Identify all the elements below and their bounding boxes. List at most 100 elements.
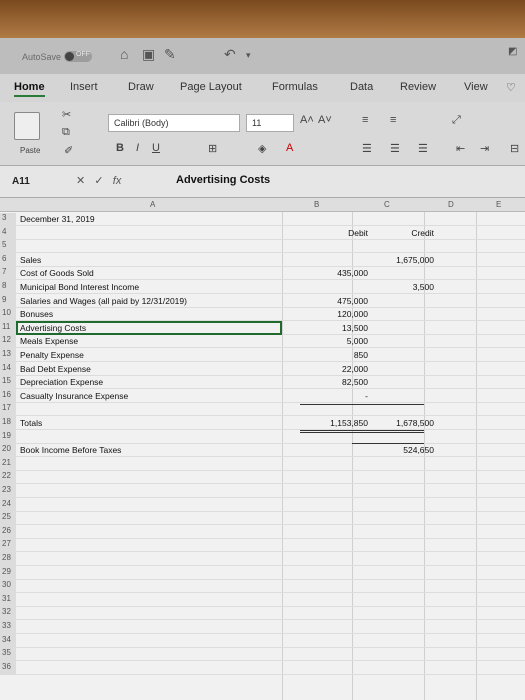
cell-a[interactable]: December 31, 2019	[20, 214, 95, 224]
row-number[interactable]: 20	[0, 444, 16, 458]
cell-b[interactable]: Debit	[300, 228, 368, 238]
row-number[interactable]: 17	[0, 403, 16, 417]
row-number[interactable]: 34	[0, 634, 16, 649]
autosave-toggle[interactable]: OFF	[64, 51, 92, 62]
format-painter-icon[interactable]: ✐	[64, 144, 73, 157]
fx-icon[interactable]: fx	[113, 175, 122, 187]
cell-a[interactable]: Bonuses	[20, 309, 53, 319]
row-number[interactable]: 5	[0, 240, 16, 254]
row-number[interactable]: 4	[0, 226, 16, 241]
home-icon[interactable]: ⌂	[120, 46, 128, 62]
cell-c[interactable]: 1,678,500	[366, 418, 434, 428]
cell-a[interactable]: Sales	[20, 255, 41, 265]
row-number[interactable]: 21	[0, 457, 16, 472]
row-number[interactable]: 31	[0, 593, 16, 608]
col-header-e[interactable]: E	[496, 200, 501, 209]
increase-font-icon[interactable]: A˄	[300, 114, 314, 126]
cell-b[interactable]: 850	[300, 350, 368, 360]
cell-b[interactable]: 435,000	[300, 268, 368, 278]
row-number[interactable]: 24	[0, 498, 16, 513]
tab-data[interactable]: Data	[350, 81, 373, 93]
cell-a[interactable]: Cost of Goods Sold	[20, 268, 94, 278]
cell-b[interactable]: 13,500	[300, 323, 368, 333]
cell-c[interactable]: Credit	[366, 228, 434, 238]
edit-icon[interactable]: ✎	[164, 46, 176, 63]
copy-icon[interactable]: ⧉	[62, 126, 70, 139]
align-center-icon[interactable]: ☰	[390, 142, 400, 155]
cell-a[interactable]: Casualty Insurance Expense	[20, 391, 128, 401]
row-number[interactable]: 10	[0, 308, 16, 322]
undo-icon[interactable]: ↶	[224, 46, 236, 63]
row-number[interactable]: 18	[0, 417, 16, 431]
fill-color-icon[interactable]: ◈	[258, 142, 266, 155]
col-header-c[interactable]: C	[384, 200, 390, 209]
align-top-icon[interactable]: ≡	[362, 114, 368, 126]
name-box[interactable]: A11	[8, 173, 70, 191]
indent-decrease-icon[interactable]: ⇤	[456, 142, 465, 155]
row-number[interactable]: 15	[0, 376, 16, 390]
row-number[interactable]: 27	[0, 539, 16, 553]
italic-icon[interactable]: I	[136, 142, 139, 154]
font-name-select[interactable]: Calibri (Body)	[108, 114, 240, 132]
tab-draw[interactable]: Draw	[128, 81, 154, 93]
row-number[interactable]: 23	[0, 485, 16, 499]
align-middle-icon[interactable]: ≡	[390, 114, 396, 126]
cell-b[interactable]: 475,000	[300, 296, 368, 306]
indent-increase-icon[interactable]: ⇥	[480, 142, 489, 155]
underline-icon[interactable]: U	[152, 142, 160, 154]
bold-icon[interactable]: B	[116, 142, 124, 154]
row-number[interactable]: 36	[0, 661, 16, 676]
cell-b[interactable]: 82,500	[300, 377, 368, 387]
window-control-icon[interactable]: ◩	[508, 46, 517, 57]
row-number[interactable]: 30	[0, 580, 16, 594]
cell-b[interactable]: 120,000	[300, 309, 368, 319]
row-number[interactable]: 32	[0, 607, 16, 621]
cell-a[interactable]: Totals	[20, 418, 42, 428]
tab-review[interactable]: Review	[400, 81, 436, 93]
row-number[interactable]: 19	[0, 430, 16, 445]
cell-a[interactable]: Book Income Before Taxes	[20, 445, 121, 455]
paste-icon[interactable]	[14, 112, 40, 140]
font-size-select[interactable]: 11	[246, 114, 294, 132]
cancel-icon[interactable]: ✕	[76, 175, 85, 187]
cell-a[interactable]: Penalty Expense	[20, 350, 84, 360]
col-header-a[interactable]: A	[150, 200, 155, 209]
col-header-d[interactable]: D	[448, 200, 454, 209]
row-number[interactable]: 6	[0, 253, 16, 268]
row-number[interactable]: 13	[0, 349, 16, 363]
save-icon[interactable]: ▣	[142, 46, 155, 63]
formula-input[interactable]: Advertising Costs	[176, 174, 270, 186]
cell-b[interactable]: 5,000	[300, 336, 368, 346]
row-number[interactable]: 3	[0, 213, 16, 227]
tab-formulas[interactable]: Formulas	[272, 81, 318, 93]
merge-icon[interactable]: ⊟	[510, 142, 519, 155]
cell-c[interactable]: 524,650	[366, 445, 434, 455]
tab-insert[interactable]: Insert	[70, 81, 98, 93]
row-number[interactable]: 9	[0, 294, 16, 309]
cut-icon[interactable]: ✂	[62, 108, 71, 121]
cell-a[interactable]: Municipal Bond Interest Income	[20, 282, 139, 292]
cell-a[interactable]: Meals Expense	[20, 336, 78, 346]
row-number[interactable]: 11	[0, 321, 16, 336]
cell-a[interactable]: Salaries and Wages (all paid by 12/31/20…	[20, 296, 187, 306]
orientation-icon[interactable]: ⤢	[452, 114, 461, 127]
decrease-font-icon[interactable]: A˅	[318, 114, 332, 126]
tab-home[interactable]: Home	[14, 81, 45, 97]
borders-icon[interactable]: ⊞	[208, 142, 217, 155]
cell-a[interactable]: Depreciation Expense	[20, 377, 103, 387]
row-number[interactable]: 16	[0, 389, 16, 404]
cell-c[interactable]: 3,500	[366, 282, 434, 292]
row-number[interactable]: 7	[0, 267, 16, 281]
row-number[interactable]: 25	[0, 512, 16, 526]
align-right-icon[interactable]: ☰	[418, 142, 428, 155]
cell-b[interactable]: 1,153,850	[300, 418, 368, 428]
cell-a[interactable]: Bad Debt Expense	[20, 364, 91, 374]
row-number[interactable]: 28	[0, 553, 16, 567]
row-number[interactable]: 14	[0, 362, 16, 377]
tab-view[interactable]: View	[464, 81, 488, 93]
row-number[interactable]: 35	[0, 648, 16, 662]
font-color-icon[interactable]: A	[286, 142, 293, 154]
tab-page-layout[interactable]: Page Layout	[180, 81, 242, 93]
row-number[interactable]: 33	[0, 621, 16, 635]
col-header-b[interactable]: B	[314, 200, 319, 209]
